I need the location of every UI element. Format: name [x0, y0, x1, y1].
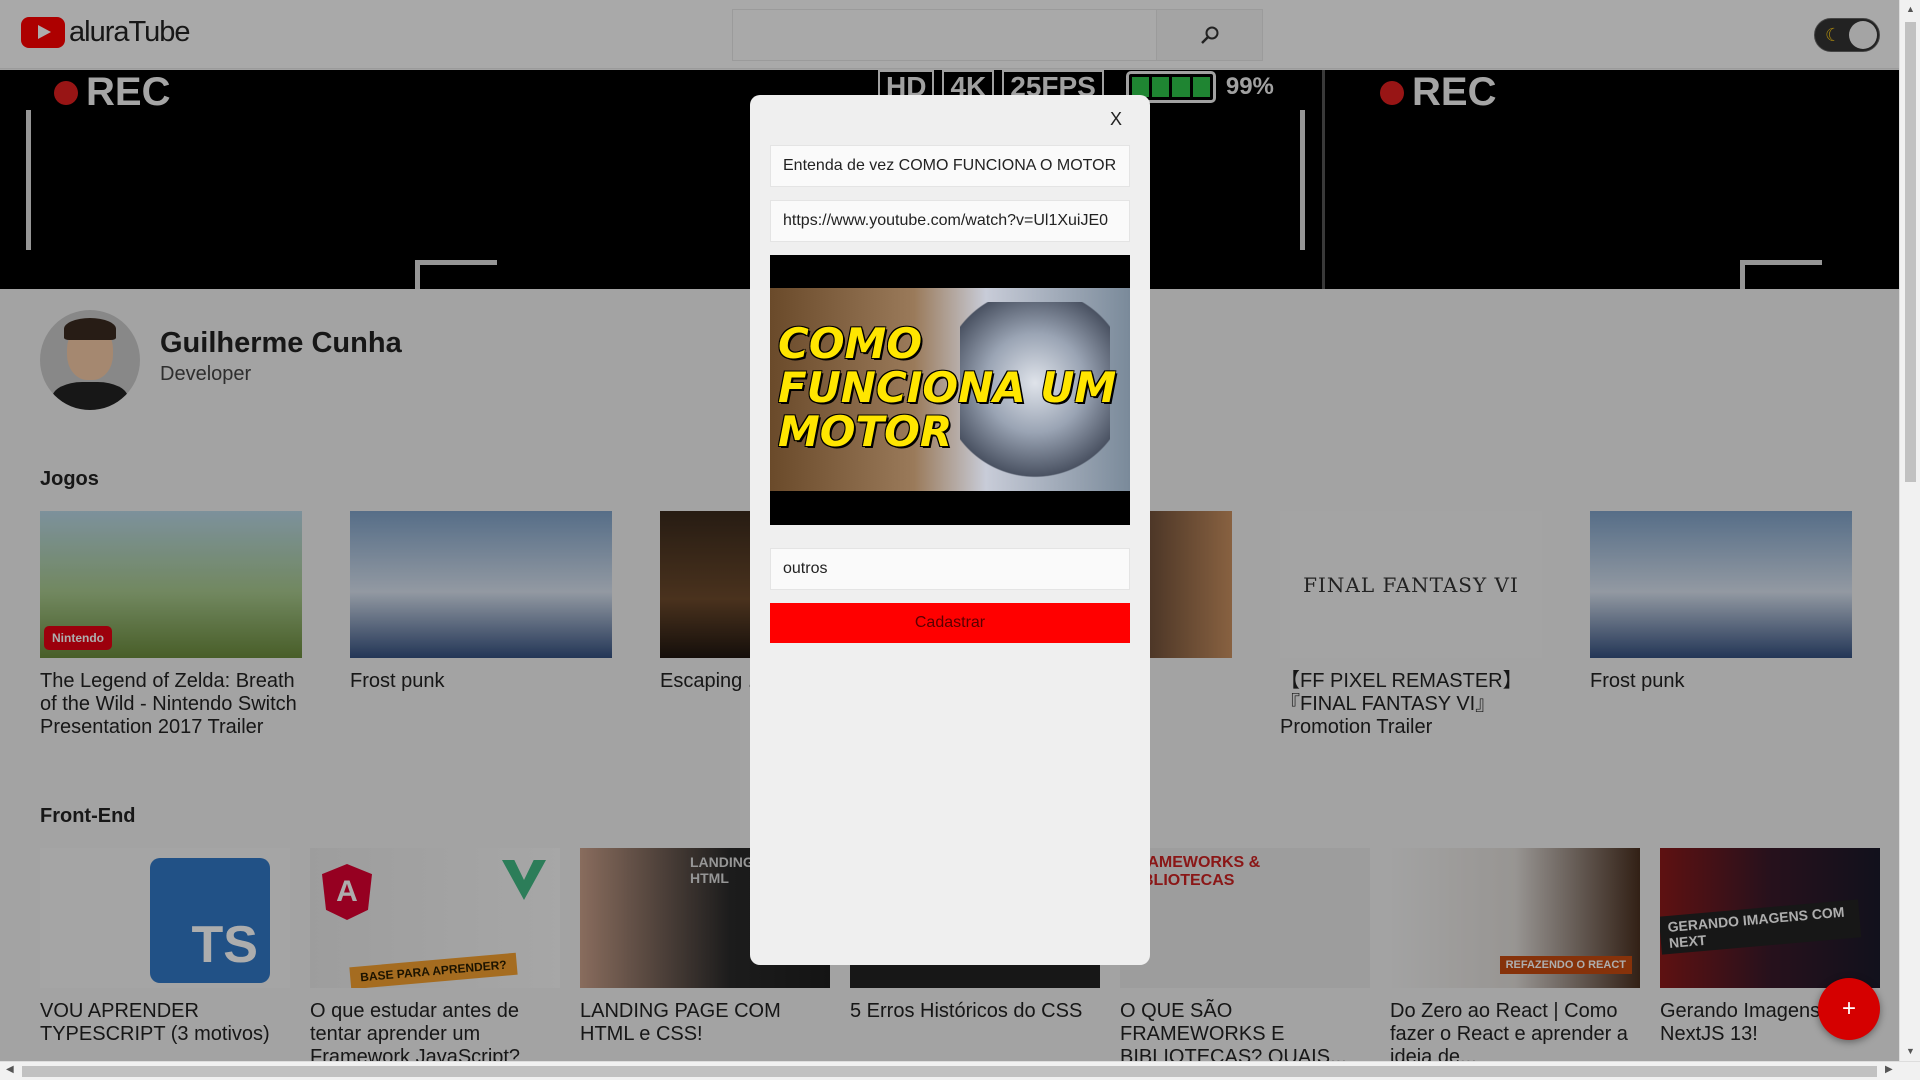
- category-input[interactable]: [770, 548, 1130, 590]
- preview-caption: COMO FUNCIONA UM MOTOR: [778, 319, 1117, 456]
- scrollbar-thumb[interactable]: [22, 1066, 1877, 1077]
- horizontal-scrollbar[interactable]: ◀ ▶: [0, 1061, 1920, 1080]
- vertical-scrollbar[interactable]: ▲ ▼: [1899, 0, 1920, 1061]
- scroll-left-icon[interactable]: ◀: [6, 1064, 14, 1075]
- scroll-right-icon[interactable]: ▶: [1885, 1064, 1893, 1075]
- scroll-down-icon[interactable]: ▼: [1900, 1046, 1920, 1056]
- add-video-modal: X COMO FUNCIONA UM MOTOR Cadastrar: [750, 95, 1150, 965]
- scroll-up-icon[interactable]: ▲: [1900, 4, 1920, 14]
- submit-button[interactable]: Cadastrar: [770, 603, 1130, 643]
- preview-image: COMO FUNCIONA UM MOTOR: [770, 288, 1130, 491]
- close-button[interactable]: X: [1110, 109, 1122, 130]
- video-url-input[interactable]: [770, 200, 1130, 242]
- scrollbar-thumb[interactable]: [1905, 22, 1916, 482]
- add-video-fab[interactable]: +: [1818, 978, 1880, 1040]
- thumbnail-preview: COMO FUNCIONA UM MOTOR: [770, 255, 1130, 525]
- video-title-input[interactable]: [770, 145, 1130, 187]
